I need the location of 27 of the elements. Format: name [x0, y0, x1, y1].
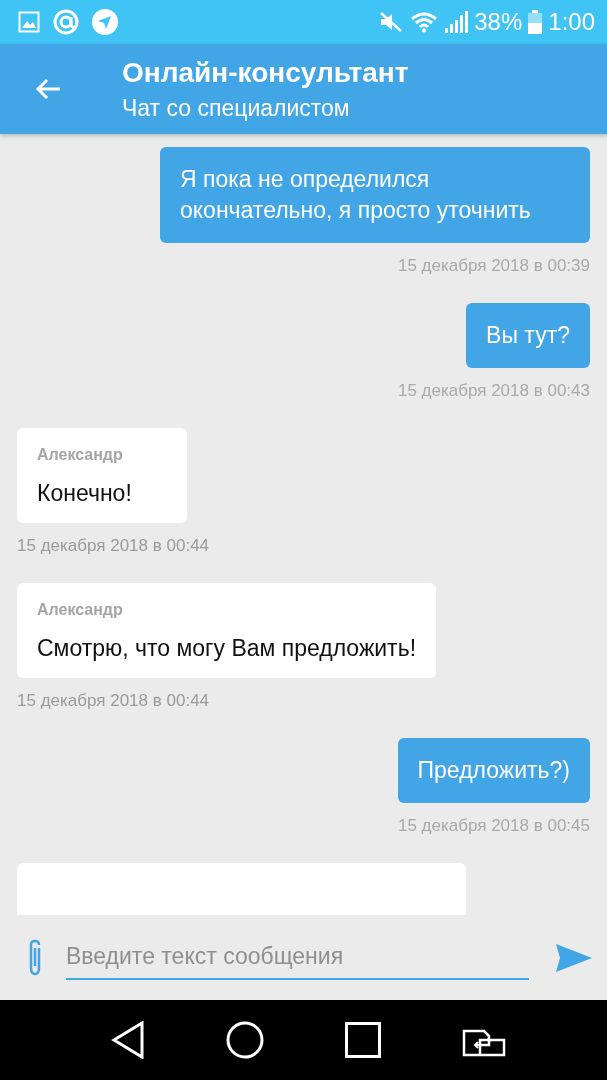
at-sign-icon [52, 8, 80, 36]
clock: 1:00 [548, 8, 595, 36]
sent-message-bubble: Предложить?) [397, 738, 590, 803]
message-timestamp: 15 декабря 2018 в 00:44 [17, 535, 210, 557]
message-text: Смотрю, что могу Вам предложить! [37, 634, 417, 663]
sent-message-bubble: Вы тут? [466, 303, 590, 368]
message-timestamp: 15 декабря 2018 в 00:43 [397, 380, 590, 402]
message-timestamp: 15 декабря 2018 в 00:44 [17, 690, 210, 712]
back-icon[interactable] [110, 1021, 145, 1059]
signal-icon [444, 10, 469, 34]
battery-percent: 38% [474, 8, 523, 36]
home-icon[interactable] [225, 1021, 264, 1059]
back-arrow-icon [34, 77, 62, 101]
chat-subtitle: Чат со специалистом [122, 94, 351, 123]
sender-name: Александр [37, 600, 124, 620]
image-icon [18, 11, 40, 33]
wifi-icon [410, 11, 439, 33]
message-timestamp: 15 декабря 2018 в 00:45 [397, 815, 590, 837]
message-input[interactable]: Введите текст сообщения [66, 935, 529, 980]
sender-name: Александр [37, 445, 124, 465]
paper-plane-icon [92, 9, 118, 35]
sent-message-bubble: Я пока не определился окончательно, я просто уточнить [160, 147, 590, 243]
recents-icon[interactable] [345, 1022, 382, 1058]
chat-title: Онлайн-консультант [122, 56, 409, 90]
message-timestamp: 15 декабря 2018 в 00:39 [397, 255, 590, 277]
message-text: Конечно! [37, 479, 133, 508]
battery-icon [528, 10, 543, 34]
